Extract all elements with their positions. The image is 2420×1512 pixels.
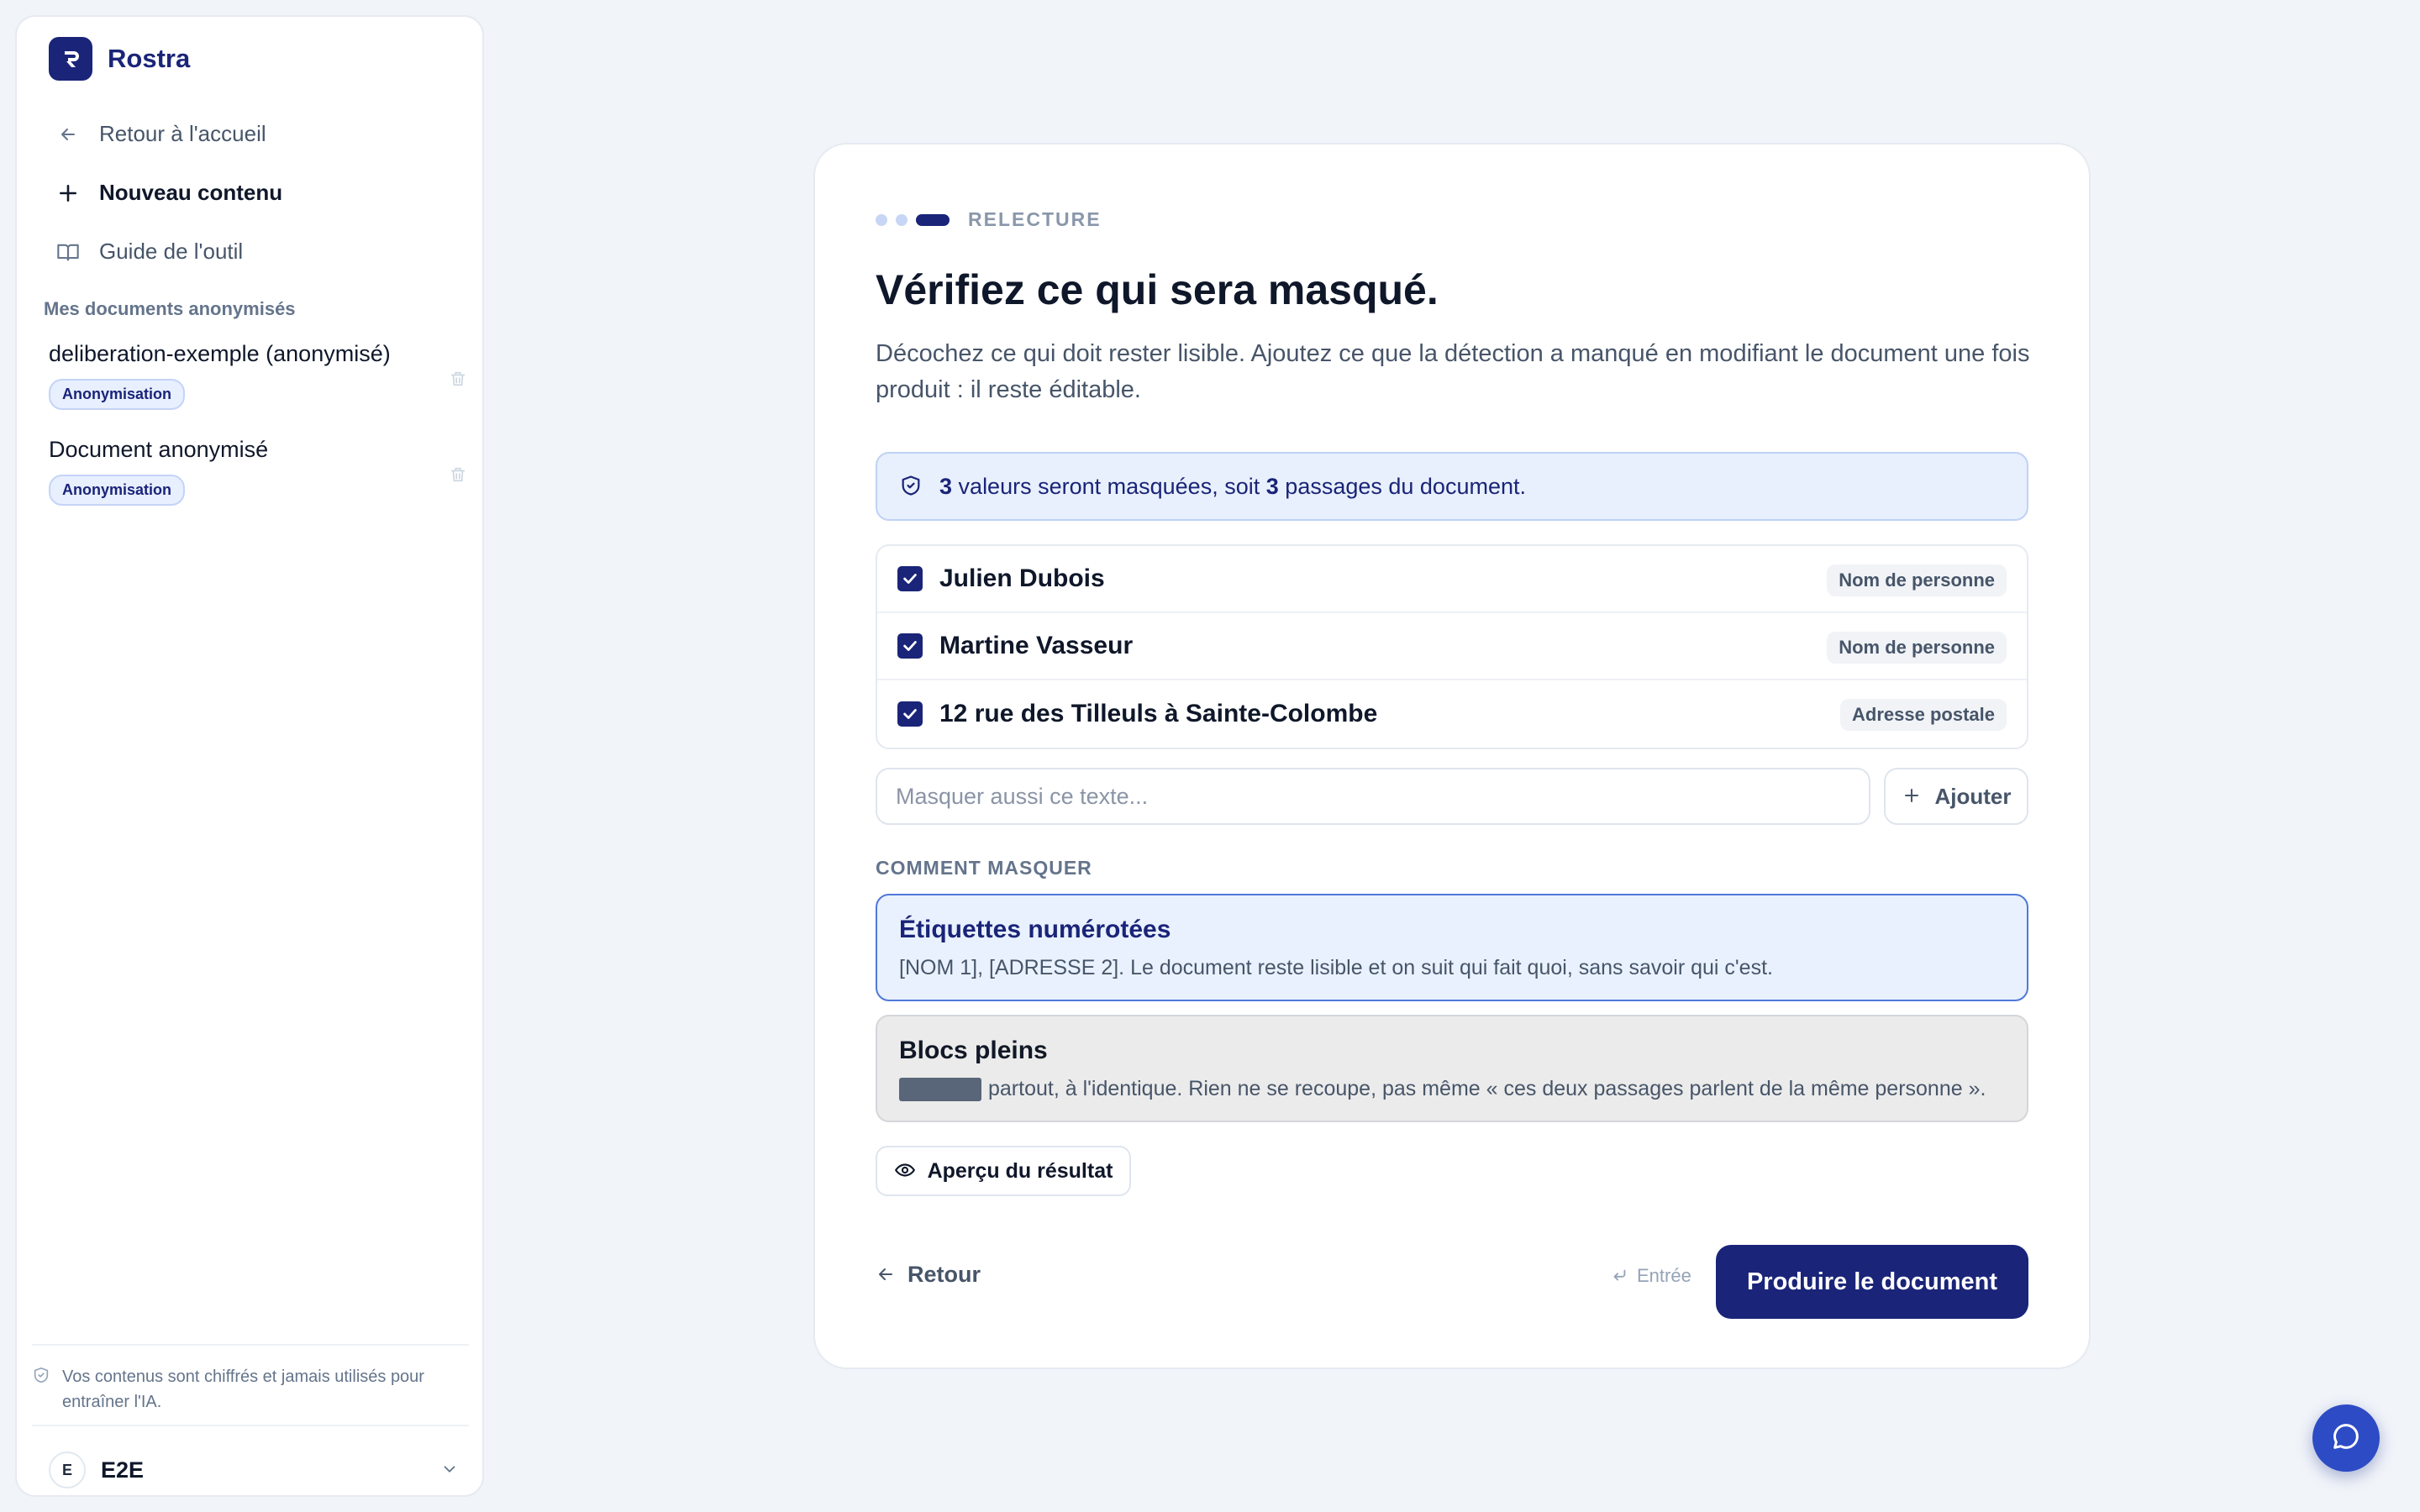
- documents-section-title: Mes documents anonymisés: [44, 298, 296, 319]
- detected-entities-list: Julien Dubois Nom de personne Martine Va…: [876, 544, 2028, 749]
- step-dot: [896, 213, 908, 226]
- step-label: RELECTURE: [968, 208, 1102, 230]
- nav-new-content-label: Nouveau contenu: [99, 180, 283, 205]
- page-title: Vérifiez ce qui sera masqué.: [876, 266, 1439, 313]
- chat-button[interactable]: [2312, 1404, 2380, 1472]
- review-card: RELECTURE Vérifiez ce qui sera masqué. D…: [813, 143, 2091, 1369]
- nav-back-home-label: Retour à l'accueil: [99, 121, 266, 146]
- rostra-logo-icon: [49, 37, 92, 81]
- step-dot: [876, 213, 887, 226]
- keyboard-hint: Entrée: [1610, 1265, 1691, 1287]
- shield-check-icon: [899, 474, 924, 499]
- passages-text: passages du document.: [1285, 473, 1526, 499]
- book-open-icon: [55, 239, 81, 265]
- values-count: 3: [939, 473, 953, 499]
- sidebar: Rostra Retour à l'accueil Nouveau conten…: [15, 15, 484, 1497]
- entity-row[interactable]: 12 rue des Tilleuls à Sainte-Colombe Adr…: [877, 680, 2027, 748]
- arrow-left-icon: [876, 1264, 897, 1286]
- passages-count: 3: [1265, 473, 1279, 499]
- document-badge: Anonymisation: [49, 379, 186, 410]
- entity-type-badge: Nom de personne: [1827, 564, 2007, 596]
- shield-check-icon: [32, 1366, 50, 1386]
- mask-summary-notice: 3 valeurs seront masquées, soit 3 passag…: [876, 452, 2028, 521]
- mask-option-title: Blocs pleins: [899, 1037, 1048, 1064]
- user-name: E2E: [101, 1457, 145, 1483]
- trash-icon[interactable]: [449, 465, 469, 486]
- brand[interactable]: Rostra: [49, 37, 190, 81]
- values-text: valeurs seront masquées, soit: [958, 473, 1260, 499]
- chevron-down-icon: [440, 1460, 460, 1480]
- step-indicator: RELECTURE: [876, 208, 1102, 231]
- step-current: [916, 213, 950, 226]
- add-mask-button-label: Ajouter: [1934, 783, 2012, 809]
- keyboard-hint-label: Entrée: [1637, 1265, 1691, 1286]
- produce-document-button[interactable]: Produire le document: [1716, 1245, 2028, 1319]
- add-mask-button[interactable]: Ajouter: [1884, 768, 2028, 825]
- entity-checkbox[interactable]: [897, 701, 923, 727]
- mask-option-numbered-labels[interactable]: Étiquettes numérotées [NOM 1], [ADRESSE …: [876, 894, 2028, 1001]
- entity-type-badge: Adresse postale: [1840, 699, 2007, 731]
- mask-option-title: Étiquettes numérotées: [899, 916, 1171, 943]
- back-button[interactable]: Retour: [876, 1262, 981, 1288]
- document-badge: Anonymisation: [49, 475, 186, 506]
- back-button-label: Retour: [908, 1262, 981, 1287]
- eye-icon: [894, 1159, 918, 1183]
- plus-icon: [1902, 785, 1923, 807]
- privacy-note-text: Vos contenus sont chiffrés et jamais uti…: [62, 1368, 424, 1411]
- entity-type-badge: Nom de personne: [1827, 632, 2007, 664]
- mask-option-solid-blocks[interactable]: Blocs pleins partout, à l'identique. Rie…: [876, 1015, 2028, 1122]
- arrow-left-icon: [55, 122, 81, 147]
- entity-name: 12 rue des Tilleuls à Sainte-Colombe: [939, 700, 1378, 727]
- nav-new-content[interactable]: Nouveau contenu: [55, 180, 282, 206]
- chat-bubble-icon: [2329, 1420, 2363, 1457]
- nav-tool-guide-label: Guide de l'outil: [99, 239, 244, 264]
- entity-row[interactable]: Martine Vasseur Nom de personne: [877, 613, 2027, 680]
- trash-icon[interactable]: [449, 370, 469, 390]
- preview-result-button[interactable]: Aperçu du résultat: [876, 1146, 1131, 1196]
- plus-icon: [55, 181, 81, 206]
- document-item[interactable]: Document anonymisé Anonymisation: [49, 437, 469, 506]
- entity-name: Martine Vasseur: [939, 632, 1134, 659]
- mask-option-description-row: partout, à l'identique. Rien ne se recou…: [899, 1077, 2005, 1101]
- nav-tool-guide[interactable]: Guide de l'outil: [55, 239, 243, 265]
- extra-mask-input[interactable]: [876, 768, 1870, 825]
- mask-summary-text: 3 valeurs seront masquées, soit 3 passag…: [939, 474, 1526, 500]
- brand-name: Rostra: [108, 44, 191, 73]
- preview-result-label: Aperçu du résultat: [927, 1158, 1113, 1183]
- enter-key-icon: [1610, 1266, 1630, 1286]
- produce-document-label: Produire le document: [1746, 1268, 1998, 1295]
- entity-name: Julien Dubois: [939, 564, 1105, 592]
- privacy-note: Vos contenus sont chiffrés et jamais uti…: [32, 1344, 469, 1415]
- entity-checkbox[interactable]: [897, 566, 923, 591]
- redaction-block-sample: [899, 1077, 981, 1101]
- document-title: Document anonymisé: [49, 437, 269, 462]
- document-title: deliberation-exemple (anonymisé): [49, 341, 391, 366]
- entity-row[interactable]: Julien Dubois Nom de personne: [877, 546, 2027, 613]
- avatar: E: [49, 1452, 86, 1488]
- document-item[interactable]: deliberation-exemple (anonymisé) Anonymi…: [49, 341, 469, 410]
- entity-checkbox[interactable]: [897, 633, 923, 659]
- page-description: Décochez ce qui doit rester lisible. Ajo…: [876, 340, 2030, 403]
- mask-method-title: COMMENT MASQUER: [876, 857, 1092, 879]
- user-menu[interactable]: E E2E: [32, 1425, 469, 1488]
- nav-back-home[interactable]: Retour à l'accueil: [55, 121, 266, 147]
- mask-option-description: [NOM 1], [ADRESSE 2]. Le document reste …: [899, 956, 1773, 979]
- mask-option-description: partout, à l'identique. Rien ne se recou…: [988, 1077, 1986, 1100]
